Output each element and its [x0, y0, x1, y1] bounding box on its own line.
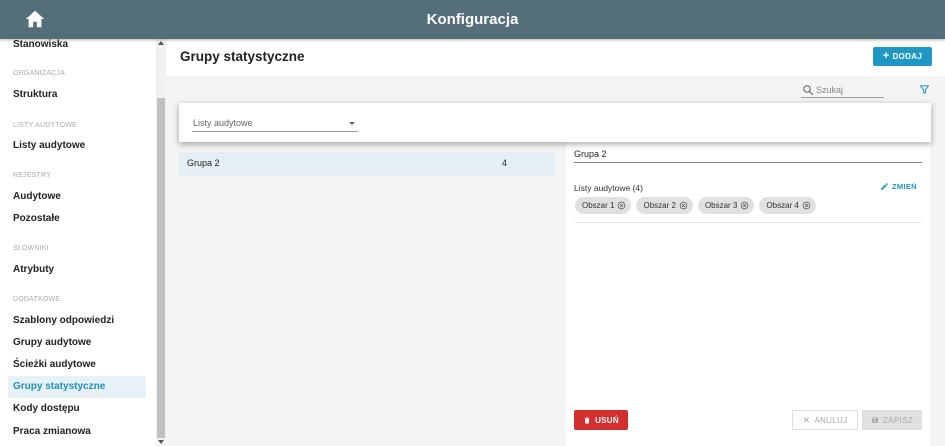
delete-button-label: USUŃ: [595, 415, 619, 425]
divider: [574, 222, 922, 223]
audit-lists-filter-select[interactable]: Listy audytowe: [192, 116, 358, 132]
chip-obszar-3: Obszar 3: [697, 197, 755, 214]
sidebar-item-szablony-odpowiedzi[interactable]: Szablony odpowiedzi: [8, 310, 146, 332]
filter-popup: Listy audytowe: [179, 103, 931, 142]
close-icon: ✕: [802, 414, 811, 425]
trash-icon: [584, 417, 590, 423]
name-field-underline: [574, 162, 922, 163]
scroll-down-icon[interactable]: [158, 440, 164, 444]
caret-down-icon: [349, 122, 355, 125]
row-name: Grupa 2: [187, 158, 220, 168]
sidebar-item-struktura[interactable]: Struktura: [8, 84, 146, 106]
sidebar-item-kody-dostepu[interactable]: Kody dostępu: [8, 398, 146, 420]
sidebar-item-praca-zmianowa[interactable]: Praca zmianowa: [8, 421, 146, 443]
cancel-button[interactable]: ✕ ANULUJ: [792, 410, 858, 430]
sidebar-section-slowniki: SŁOWNIKI: [13, 245, 49, 252]
sidebar: Stanowiska ORGANIZACJA Struktura LISTY A…: [0, 39, 166, 446]
change-button-label: ZMIEŃ: [892, 182, 917, 191]
chip-obszar-4: Obszar 4: [759, 197, 816, 214]
groups-list: Grupa 2 4: [179, 140, 555, 446]
chip-obszar-1: Obszar 1: [575, 197, 632, 214]
chip-label: Obszar 4: [766, 201, 799, 210]
audit-lists-label: Listy audytowe (4): [574, 183, 643, 193]
search-field[interactable]: [801, 83, 884, 98]
scroll-up-icon[interactable]: [158, 41, 164, 45]
sidebar-item-grupy-statystyczne[interactable]: Grupy statystyczne: [8, 376, 146, 398]
floppy-disk-icon: [872, 417, 879, 423]
detail-panel: Nazwa Grupa 2 Listy audytowe (4) ZMIEŃ O…: [566, 137, 930, 446]
delete-button[interactable]: USUŃ: [574, 410, 628, 430]
sidebar-item-sciezki-audytowe[interactable]: Ścieżki audytowe: [8, 354, 146, 376]
chip-label: Obszar 2: [643, 201, 676, 210]
sidebar-section-rejestry: REJESTRY: [13, 172, 52, 179]
sidebar-item-stanowiska[interactable]: Stanowiska: [8, 39, 146, 56]
top-bar: Konfiguracja: [0, 0, 945, 39]
sidebar-item-grupy-audytowe[interactable]: Grupy audytowe: [8, 332, 146, 354]
chip-label: Obszar 3: [704, 201, 738, 210]
audit-list-chips: Obszar 1 Obszar 2 Obszar 3 Obszar 4: [575, 197, 816, 214]
scrollbar-thumb[interactable]: [157, 98, 165, 438]
remove-chip-icon[interactable]: [679, 201, 688, 210]
sidebar-scrollbar[interactable]: [156, 39, 166, 446]
sidebar-section-dodatkowe: DODATKOWE: [13, 296, 61, 303]
sidebar-item-audytowe[interactable]: Audytowe: [8, 186, 146, 208]
search-input[interactable]: [816, 83, 882, 97]
sidebar-section-listy-audytowe: LISTY AUDYTOWE: [13, 122, 78, 129]
table-row[interactable]: Grupa 2 4: [179, 152, 555, 176]
save-button[interactable]: ZAPISZ: [862, 410, 922, 430]
page-title: Grupy statystyczne: [180, 49, 305, 64]
search-icon: [803, 85, 814, 96]
sidebar-item-pozostale[interactable]: Pozostałe: [8, 208, 146, 230]
row-count: 4: [502, 158, 508, 168]
filter-icon[interactable]: [919, 84, 930, 95]
filter-select-label: Listy audytowe: [193, 118, 253, 128]
remove-chip-icon[interactable]: [617, 201, 626, 210]
remove-chip-icon[interactable]: [802, 201, 811, 210]
remove-chip-icon[interactable]: [740, 201, 749, 210]
sidebar-item-atrybuty[interactable]: Atrybuty: [8, 259, 146, 281]
change-button[interactable]: ZMIEŃ: [880, 182, 917, 191]
plus-icon: +: [882, 50, 890, 62]
pencil-icon: [881, 183, 888, 190]
save-button-label: ZAPISZ: [883, 415, 913, 425]
page-header: Grupy statystyczne + DODAJ: [166, 39, 945, 76]
app-title: Konfiguracja: [426, 11, 519, 28]
chip-label: Obszar 1: [582, 201, 615, 210]
add-button-label: DODAJ: [892, 52, 923, 61]
sidebar-section-organizacja: ORGANIZACJA: [13, 70, 65, 77]
name-field-value[interactable]: Grupa 2: [574, 149, 607, 159]
add-button[interactable]: + DODAJ: [873, 47, 932, 66]
chip-obszar-2: Obszar 2: [636, 197, 693, 214]
sidebar-item-listy-audytowe[interactable]: Listy audytowe: [8, 135, 146, 157]
cancel-button-label: ANULUJ: [814, 415, 848, 425]
